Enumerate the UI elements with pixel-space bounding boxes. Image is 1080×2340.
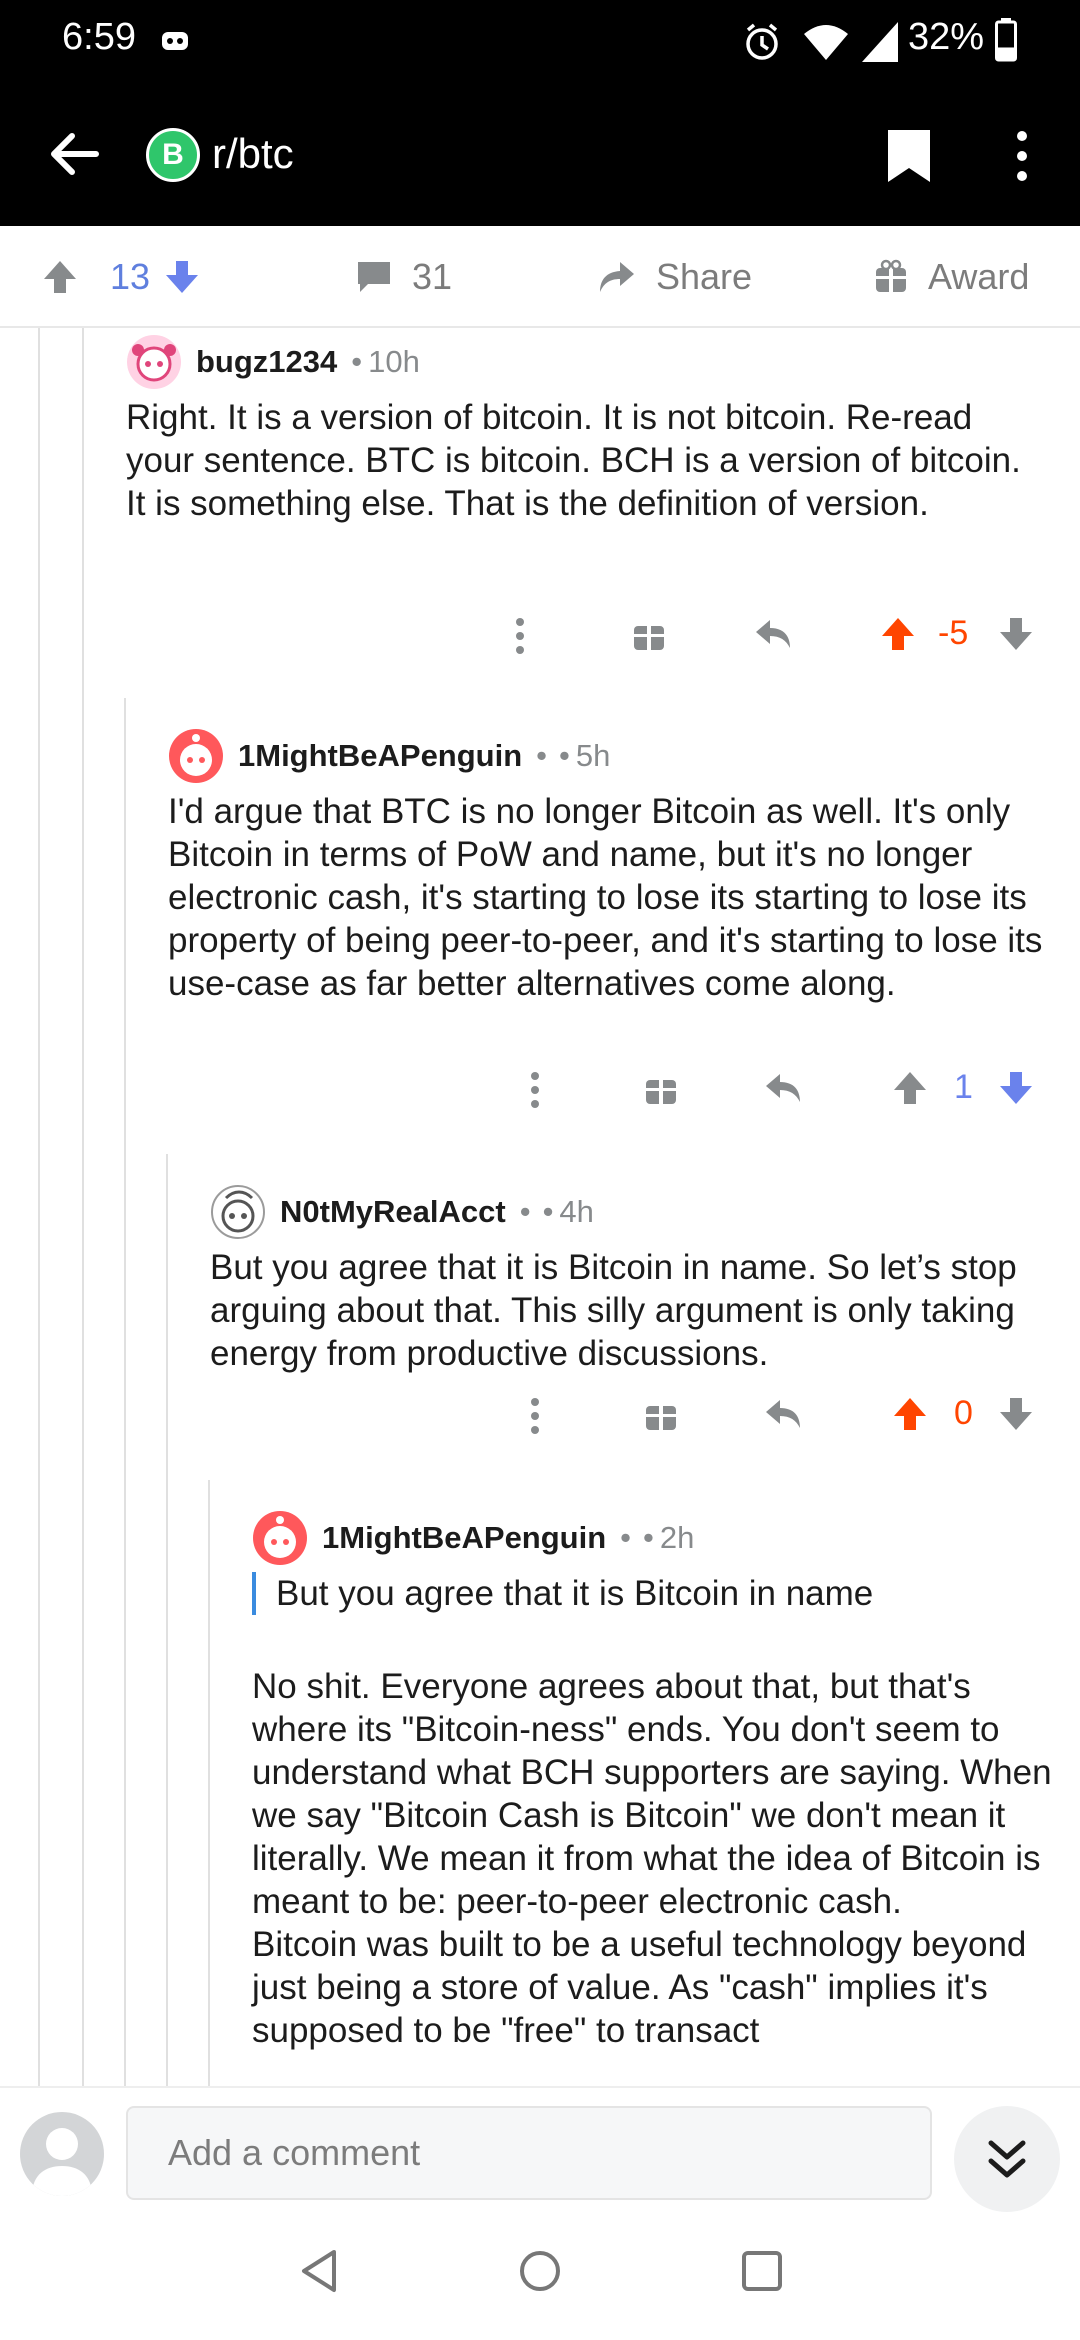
post-score: 13 [110, 256, 151, 297]
comment-actions: 1 [510, 1060, 1050, 1120]
comment-bubble-icon [358, 262, 390, 292]
comment-body: But you agree that it is Bitcoin in name… [210, 1218, 1050, 1375]
gift-icon [876, 259, 906, 292]
bitcoin-icon: B [162, 138, 184, 171]
comment-author[interactable]: bugz1234 [196, 344, 337, 380]
share-label: Share [656, 256, 753, 297]
more-options-button[interactable] [1002, 126, 1042, 186]
post-vote-control: 13 [40, 226, 220, 328]
comment-composer-bar: Add a comment [0, 2086, 1080, 2212]
award-label: Award [928, 256, 1030, 297]
comment-body: But you agree that it is Bitcoin in name… [252, 1544, 1052, 2052]
comment-score: 0 [954, 1394, 973, 1432]
reply-arrow-icon[interactable] [764, 1070, 804, 1108]
comment-actions: 0 [510, 1386, 1050, 1446]
upvote-arrow-icon[interactable] [890, 1068, 930, 1108]
nav-home-icon[interactable] [518, 2248, 562, 2294]
wifi-icon [802, 22, 850, 67]
share-button[interactable]: Share [596, 226, 752, 328]
status-time: 6:59 [62, 16, 136, 58]
more-vertical-icon [1017, 131, 1027, 181]
thread-line [166, 1154, 168, 2086]
add-comment-input[interactable]: Add a comment [126, 2106, 932, 2200]
post-comments-button[interactable]: 31 [354, 226, 452, 328]
comment-paragraph: I'd argue that BTC is no longer Bitcoin … [168, 792, 1043, 1003]
comment-score: -5 [938, 614, 969, 652]
thread-line [208, 1480, 210, 2086]
arrow-left-icon [51, 133, 99, 175]
app-header: B r/btc [0, 84, 1080, 226]
save-post-button[interactable] [884, 126, 934, 186]
system-nav-bar [0, 2212, 1080, 2340]
upvote-arrow-icon[interactable] [878, 614, 918, 654]
comment-paragraph: Right. It is a version of bitcoin. It is… [126, 398, 1021, 523]
post-action-bar: 13 31 Share Award [0, 226, 1080, 328]
blockquote: But you agree that it is Bitcoin in name [252, 1572, 1052, 1615]
comment-paragraph: But you agree that it is Bitcoin in name… [210, 1248, 1017, 1373]
status-bar: 6:59 32% [0, 0, 1080, 84]
comment-score: 1 [954, 1068, 973, 1106]
more-vertical-icon[interactable] [525, 1060, 545, 1120]
comment-body: I'd argue that BTC is no longer Bitcoin … [168, 762, 1058, 1005]
thread-line [82, 328, 84, 2086]
alarm-icon [742, 22, 782, 67]
battery-percent: 32% [908, 16, 985, 58]
back-button[interactable] [44, 124, 104, 184]
user-avatar[interactable] [126, 334, 182, 390]
downvote-arrow-icon[interactable] [996, 1068, 1036, 1108]
separator-dot: • [351, 344, 363, 379]
comment-count: 31 [412, 256, 453, 297]
downvote-arrow-icon[interactable] [162, 257, 202, 297]
comment-actions: -5 [500, 606, 1040, 666]
gift-icon[interactable] [642, 1070, 680, 1108]
gift-icon[interactable] [630, 616, 668, 654]
thread-line [38, 328, 40, 2086]
comment-paragraph: No shit. Everyone agrees about that, but… [252, 1667, 1052, 1921]
user-silhouette-icon [32, 2128, 92, 2196]
thread-line [124, 698, 126, 2086]
downvote-arrow-icon[interactable] [996, 1394, 1036, 1434]
upvote-arrow-icon[interactable] [890, 1394, 930, 1434]
reply-arrow-icon[interactable] [764, 1396, 804, 1434]
share-arrow-icon [600, 262, 634, 292]
downvote-arrow-icon[interactable] [996, 614, 1036, 654]
comment-body: Right. It is a version of bitcoin. It is… [126, 396, 1036, 525]
notification-app-icon [160, 28, 192, 61]
subreddit-name[interactable]: r/btc [212, 130, 294, 178]
bookmark-icon [888, 130, 930, 182]
reply-arrow-icon[interactable] [754, 616, 794, 654]
subreddit-icon[interactable]: B [146, 128, 200, 182]
comment-paragraph: Bitcoin was built to be a useful technol… [252, 1925, 1027, 2050]
nav-back-icon[interactable] [298, 2248, 340, 2294]
gift-icon[interactable] [642, 1396, 680, 1434]
award-button[interactable]: Award [872, 226, 1029, 328]
current-user-avatar[interactable] [20, 2112, 104, 2196]
comments-list: bugz1234 • 10h Right. It is a version of… [0, 328, 1080, 2086]
chevron-double-down-icon [988, 2140, 1026, 2178]
more-vertical-icon[interactable] [525, 1386, 545, 1446]
comment-age: 10h [368, 344, 420, 379]
upvote-arrow-icon[interactable] [40, 257, 80, 297]
battery-icon [995, 18, 1017, 67]
jump-next-comment-button[interactable] [954, 2106, 1060, 2212]
comment-header: bugz1234 • 10h [126, 334, 420, 390]
nav-recents-icon[interactable] [740, 2248, 784, 2294]
cell-signal-icon [860, 20, 900, 69]
more-vertical-icon[interactable] [510, 606, 530, 666]
